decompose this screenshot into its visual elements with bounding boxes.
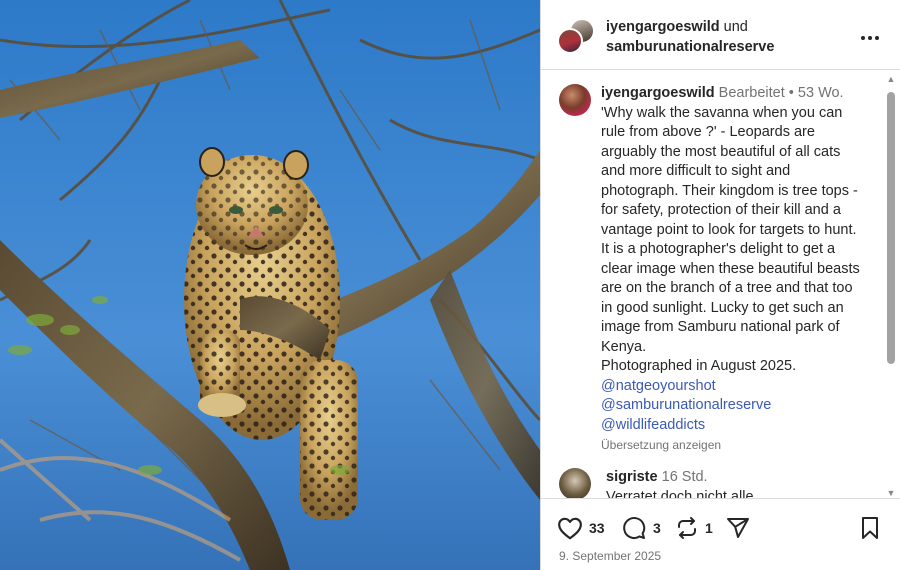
comment-button[interactable]: 3 [621,515,661,541]
comments-list[interactable]: iyengargoeswild Bearbeitet • 53 Wo. 'Why… [541,70,900,498]
translate-link[interactable]: Übersetzung anzeigen [601,437,863,453]
post-header: iyengargoeswild und samburunationalreser… [541,0,900,70]
hashtag-link[interactable]: @samburunationalreserve [601,396,863,416]
author-link-1[interactable]: iyengargoeswild [606,19,720,35]
meta-dot: • [788,85,794,101]
like-button[interactable]: 33 [557,515,605,541]
share-icon [725,516,751,540]
scrollbar-thumb[interactable] [887,92,895,364]
heart-icon [557,516,583,540]
action-bar: 33 3 1 9. September 2025 [541,498,900,570]
author-link-2[interactable]: samburunationalreserve [606,39,774,55]
caption-photographed: Photographed in August 2025. [601,358,797,374]
edited-label: Bearbeitet [718,85,785,101]
caption-body: iyengargoeswild Bearbeitet • 53 Wo. 'Why… [601,84,863,453]
avatar[interactable] [559,468,591,498]
post-authors: iyengargoeswild und samburunationalreser… [606,17,774,57]
caption-text: 'Why walk the savanna when you can rule … [601,104,860,355]
author-joiner: und [723,19,748,35]
hashtag-link[interactable]: @wildlifeaddicts [601,416,863,436]
more-icon[interactable] [860,25,880,45]
comment-age[interactable]: 16 Std. [662,469,708,485]
repost-icon [675,516,699,540]
caption-age[interactable]: 53 Wo. [798,85,844,101]
collab-avatars[interactable] [557,18,595,56]
comment-text: Verratet doch nicht alle [606,488,754,499]
bookmark-button[interactable] [859,515,881,541]
repost-button[interactable]: 1 [675,515,713,541]
repost-count[interactable]: 1 [705,520,713,536]
avatar-iyengar[interactable] [557,28,583,54]
comment-icon [621,516,647,540]
like-count[interactable]: 33 [589,520,605,536]
post-photo[interactable] [0,0,540,570]
comment-username[interactable]: sigriste [606,469,658,485]
scroll-down-icon[interactable]: ▼ [886,488,896,498]
post-sidebar: iyengargoeswild und samburunationalreser… [540,0,900,570]
scroll-up-icon[interactable]: ▲ [886,74,896,84]
share-button[interactable] [725,515,751,541]
leopard-photo [0,0,540,570]
avatar[interactable] [559,84,591,116]
bookmark-icon [859,516,881,540]
caption-username[interactable]: iyengargoeswild [601,85,715,101]
hashtag-link[interactable]: @natgeoyourshot [601,377,863,397]
post-date[interactable]: 9. September 2025 [559,549,661,563]
scrollbar[interactable]: ▲ ▼ [886,74,896,498]
comment-count[interactable]: 3 [653,520,661,536]
comment-body: sigriste 16 Std. Verratet doch nicht all… [606,468,856,498]
